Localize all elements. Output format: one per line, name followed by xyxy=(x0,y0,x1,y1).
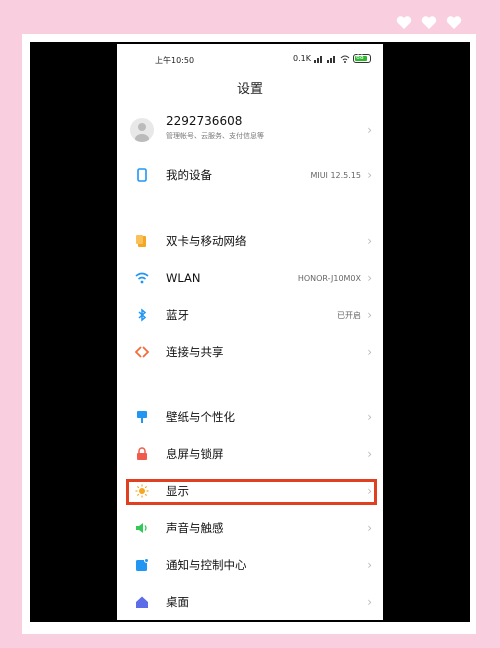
wifi-icon xyxy=(135,272,149,284)
settings-item-label: 连接与共享 xyxy=(166,345,224,359)
chevron-right-icon: › xyxy=(367,123,372,137)
settings-item-desktop[interactable]: 桌面 › xyxy=(117,584,383,620)
speaker-icon xyxy=(136,523,147,533)
settings-item-value: HONOR-J10M0X xyxy=(297,273,361,283)
network-speed: 0.1K xyxy=(293,54,311,63)
decorative-hearts xyxy=(396,16,462,30)
heart-icon xyxy=(446,16,462,29)
chevron-right-icon: › xyxy=(367,345,372,359)
heart-icon xyxy=(421,16,437,29)
account-subtitle: 管理帐号、云服务、支付信息等 xyxy=(166,132,264,140)
chevron-right-icon: › xyxy=(367,558,372,572)
battery-icon: 68 xyxy=(353,54,371,63)
wifi-icon xyxy=(340,55,350,63)
brush-icon xyxy=(137,411,147,423)
settings-item-wallpaper[interactable]: 壁纸与个性化 › xyxy=(117,399,383,435)
settings-item-label: 通知与控制中心 xyxy=(166,558,247,572)
heart-icon xyxy=(396,16,412,29)
bluetooth-icon xyxy=(138,308,147,322)
chevron-right-icon: › xyxy=(367,521,372,535)
signal-icon xyxy=(314,55,322,63)
signal-icon xyxy=(327,55,335,63)
status-bar: 上午10:50 0.1K 68 xyxy=(117,52,383,68)
sim-card-icon xyxy=(136,235,146,247)
settings-item-sound[interactable]: 声音与触感 › xyxy=(117,510,383,546)
chevron-right-icon: › xyxy=(367,234,372,248)
chevron-right-icon: › xyxy=(367,168,372,182)
settings-item-label: 壁纸与个性化 xyxy=(166,410,235,424)
settings-item-value: 已开启 xyxy=(337,310,361,320)
settings-item-wlan[interactable]: WLAN HONOR-J10M0X › xyxy=(117,260,383,296)
chevron-right-icon: › xyxy=(367,410,372,424)
lock-icon xyxy=(137,447,147,460)
settings-item-label: 我的设备 xyxy=(166,168,212,182)
phone-icon xyxy=(137,168,147,182)
settings-item-my-device[interactable]: 我的设备 MIUI 12.5.15 › xyxy=(117,157,383,193)
account-row[interactable]: 2292736608 管理帐号、云服务、支付信息等 › xyxy=(117,108,383,152)
settings-item-value: MIUI 12.5.15 xyxy=(310,170,361,180)
notification-icon xyxy=(136,558,149,571)
settings-item-bluetooth[interactable]: 蓝牙 已开启 › xyxy=(117,297,383,333)
display-highlight-box xyxy=(126,479,377,505)
status-time: 上午10:50 xyxy=(155,56,195,65)
settings-item-label: 息屏与锁屏 xyxy=(166,447,224,461)
page-title: 设置 xyxy=(236,82,263,97)
status-indicators: 0.1K 68 xyxy=(293,54,371,63)
home-icon xyxy=(136,596,148,608)
settings-item-label: 双卡与移动网络 xyxy=(166,234,247,248)
connection-icon xyxy=(135,346,149,358)
phone-screen: 上午10:50 0.1K 68 设置 2292736608 管理帐号、云服务、支… xyxy=(117,44,383,620)
settings-item-notifications[interactable]: 通知与控制中心 › xyxy=(117,547,383,583)
avatar xyxy=(130,118,154,142)
settings-item-lock-screen[interactable]: 息屏与锁屏 › xyxy=(117,436,383,472)
chevron-right-icon: › xyxy=(367,271,372,285)
settings-item-label: WLAN xyxy=(166,271,201,285)
chevron-right-icon: › xyxy=(367,308,372,322)
settings-item-label: 桌面 xyxy=(166,595,189,609)
account-id: 2292736608 xyxy=(166,114,243,128)
chevron-right-icon: › xyxy=(367,595,372,609)
settings-item-label: 蓝牙 xyxy=(166,308,189,322)
chevron-right-icon: › xyxy=(367,447,372,461)
settings-item-dual-sim[interactable]: 双卡与移动网络 › xyxy=(117,223,383,259)
settings-item-label: 声音与触感 xyxy=(166,521,224,535)
settings-item-connect-share[interactable]: 连接与共享 › xyxy=(117,334,383,370)
battery-level: 68 xyxy=(356,54,364,61)
